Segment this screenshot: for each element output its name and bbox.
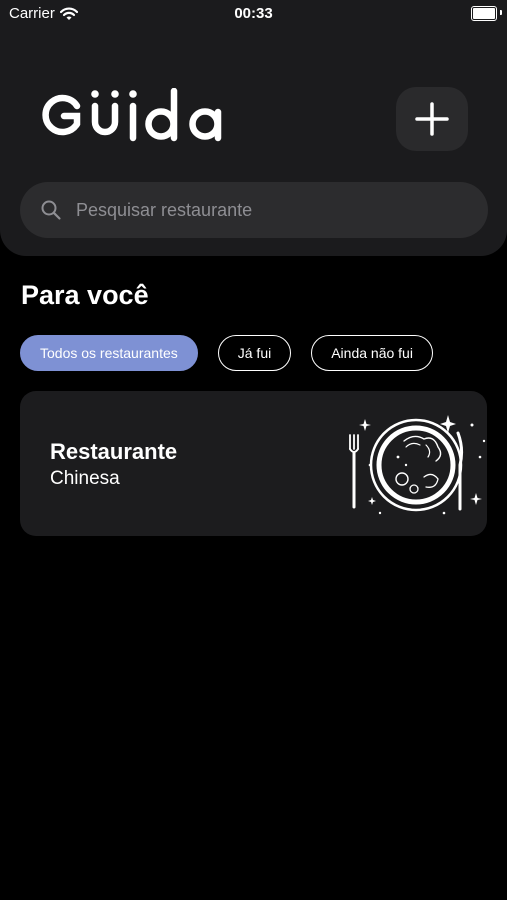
filter-visited[interactable]: Já fui bbox=[217, 335, 292, 371]
battery-level bbox=[473, 8, 495, 19]
restaurant-name: Restaurante bbox=[50, 439, 178, 464]
guida-logo-icon bbox=[42, 87, 222, 142]
search-icon bbox=[41, 200, 61, 220]
guida-logo bbox=[37, 87, 233, 147]
plus-icon bbox=[415, 102, 449, 136]
search-input[interactable] bbox=[74, 198, 458, 222]
filter-all-restaurants[interactable]: Todos os restaurantes bbox=[20, 335, 198, 371]
section-title: Para você bbox=[21, 280, 149, 310]
restaurant-card[interactable]: Restaurante Chinesa bbox=[20, 391, 487, 536]
add-restaurant-button[interactable] bbox=[396, 87, 468, 151]
filter-not-visited[interactable]: Ainda não fui bbox=[311, 335, 433, 371]
header-panel bbox=[0, 0, 507, 256]
battery-cap bbox=[500, 10, 502, 15]
battery-icon bbox=[471, 6, 497, 21]
search-bar[interactable] bbox=[20, 182, 488, 238]
restaurant-cuisine: Chinesa bbox=[50, 468, 120, 489]
plate-cutlery-icon bbox=[340, 405, 490, 530]
status-bar: Carrier 00:33 bbox=[0, 0, 507, 30]
filter-chips: Todos os restaurantes Já fui Ainda não f… bbox=[20, 335, 433, 371]
status-time: 00:33 bbox=[234, 5, 273, 22]
